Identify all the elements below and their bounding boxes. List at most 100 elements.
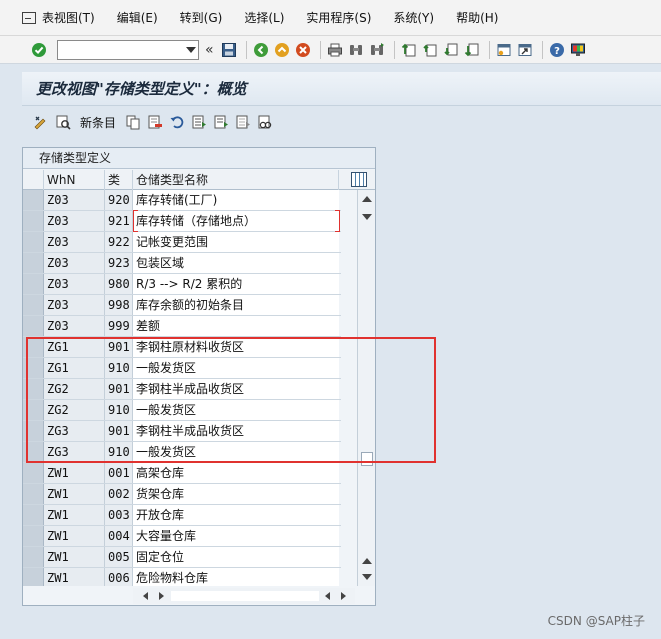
delete-icon[interactable] xyxy=(146,113,164,131)
column-header-type[interactable]: 类 xyxy=(105,170,133,190)
cell-name[interactable]: 高架仓库 xyxy=(133,463,339,483)
row-selector[interactable] xyxy=(23,484,44,504)
prev-page-icon[interactable] xyxy=(421,41,439,59)
row-selector[interactable] xyxy=(23,232,44,252)
print-list-icon[interactable] xyxy=(256,113,274,131)
menu-help[interactable]: 帮助(H) xyxy=(456,9,498,26)
cell-whn: ZG3 xyxy=(44,442,105,462)
cell-name[interactable]: 固定仓位 xyxy=(133,547,339,567)
display-change-icon[interactable] xyxy=(32,113,50,131)
scroll-left-icon[interactable] xyxy=(325,592,330,600)
row-selector[interactable] xyxy=(23,358,44,378)
cell-name[interactable]: 一般发货区 xyxy=(133,358,339,378)
row-selector[interactable] xyxy=(23,505,44,525)
cancel-icon[interactable] xyxy=(294,41,312,59)
command-input[interactable] xyxy=(58,40,178,59)
check-icon[interactable] xyxy=(30,41,48,59)
scroll-right-icon[interactable] xyxy=(159,592,164,600)
first-page-icon[interactable] xyxy=(400,41,418,59)
last-page-icon[interactable] xyxy=(463,41,481,59)
scroll-left-icon[interactable] xyxy=(143,592,148,600)
row-selector[interactable] xyxy=(23,421,44,441)
scroll-down-icon[interactable] xyxy=(362,574,372,580)
copy-as-icon[interactable] xyxy=(124,113,142,131)
vertical-scrollbar[interactable] xyxy=(357,190,375,586)
new-entries-button[interactable]: 新条目 xyxy=(80,114,116,131)
cell-name[interactable]: 开放仓库 xyxy=(133,505,339,525)
row-selector[interactable] xyxy=(23,274,44,294)
row-selector[interactable] xyxy=(23,337,44,357)
row-selector[interactable] xyxy=(23,526,44,546)
chevron-down-icon[interactable] xyxy=(186,46,196,53)
cell-name[interactable]: 大容量仓库 xyxy=(133,526,339,546)
help-icon[interactable]: ? xyxy=(548,41,566,59)
select-all-icon[interactable] xyxy=(190,113,208,131)
cell-name[interactable]: 一般发货区 xyxy=(133,442,339,462)
row-selector[interactable] xyxy=(23,442,44,462)
row-selector[interactable] xyxy=(23,547,44,567)
scroll-up-icon[interactable] xyxy=(362,196,372,202)
table-body: Z03 920 库存转储(工厂) Z03 921 库存转储（存储地点） Z03 … xyxy=(23,190,341,586)
menu-selection[interactable]: 选择(L) xyxy=(244,9,284,26)
deselect-all-icon[interactable] xyxy=(234,113,252,131)
horizontal-scrollbar[interactable] xyxy=(133,588,355,604)
find-next-icon[interactable] xyxy=(368,41,386,59)
column-header-whn[interactable]: WhN xyxy=(44,170,105,190)
cell-name[interactable]: 库存余额的初始条目 xyxy=(133,295,339,315)
new-session-icon[interactable] xyxy=(495,41,513,59)
menu-bar: 表视图(T) 编辑(E) 转到(G) 选择(L) 实用程序(S) 系统(Y) 帮… xyxy=(0,0,661,36)
print-icon[interactable] xyxy=(326,41,344,59)
cell-name[interactable]: 库存转储(工厂) xyxy=(133,190,339,210)
menu-goto[interactable]: 转到(G) xyxy=(180,9,223,26)
menu-utilities[interactable]: 实用程序(S) xyxy=(306,9,371,26)
row-selector[interactable] xyxy=(23,463,44,483)
back-icon[interactable] xyxy=(252,41,270,59)
save-icon[interactable] xyxy=(220,41,238,59)
row-selector[interactable] xyxy=(23,568,44,586)
details-icon[interactable] xyxy=(54,113,72,131)
cell-name[interactable]: 危险物料仓库 xyxy=(133,568,339,586)
customize-icon[interactable] xyxy=(569,41,587,59)
scroll-right-icon[interactable] xyxy=(341,592,346,600)
row-selector[interactable] xyxy=(23,211,44,231)
row-selector[interactable] xyxy=(23,190,44,210)
scroll-down-icon[interactable] xyxy=(362,214,372,220)
cell-name[interactable]: 货架仓库 xyxy=(133,484,339,504)
cell-name[interactable]: 一般发货区 xyxy=(133,400,339,420)
next-page-icon[interactable] xyxy=(442,41,460,59)
row-selector[interactable] xyxy=(23,400,44,420)
cell-name[interactable]: 李钢柱半成品收货区 xyxy=(133,379,339,399)
menu-table-view[interactable]: 表视图(T) xyxy=(42,9,95,26)
column-header-name[interactable]: 仓储类型名称 xyxy=(133,170,339,190)
exit-icon[interactable] xyxy=(273,41,291,59)
command-field[interactable] xyxy=(57,39,199,60)
system-menu-icon[interactable] xyxy=(22,11,36,24)
row-selector[interactable] xyxy=(23,379,44,399)
shortcut-icon[interactable] xyxy=(516,41,534,59)
scrollbar-thumb[interactable] xyxy=(361,452,373,466)
find-icon[interactable] xyxy=(347,41,365,59)
cell-whn: Z03 xyxy=(44,274,105,294)
row-selector[interactable] xyxy=(23,295,44,315)
scroll-up-icon[interactable] xyxy=(362,558,372,564)
undo-icon[interactable] xyxy=(168,113,186,131)
cell-name[interactable]: 记帐变更范围 xyxy=(133,232,339,252)
cell-name[interactable]: 李钢柱半成品收货区 xyxy=(133,421,339,441)
cell-name[interactable]: R/3 --> R/2 累积的 xyxy=(133,274,339,294)
scrollbar-track[interactable] xyxy=(171,591,319,601)
menu-system[interactable]: 系统(Y) xyxy=(393,9,434,26)
cell-name[interactable]: 李钢柱原材料收货区 xyxy=(133,337,339,357)
table-row: ZW1 001 高架仓库 xyxy=(23,463,341,484)
table-settings-icon[interactable] xyxy=(351,172,367,187)
cell-name[interactable]: 库存转储（存储地点） xyxy=(133,211,339,231)
row-selector[interactable] xyxy=(23,253,44,273)
cell-type: 921 xyxy=(105,211,133,231)
select-block-icon[interactable] xyxy=(212,113,230,131)
collapse-command-icon[interactable]: « xyxy=(205,42,214,58)
row-selector[interactable] xyxy=(23,316,44,336)
cell-name[interactable]: 包装区域 xyxy=(133,253,339,273)
cell-name[interactable]: 差额 xyxy=(133,316,339,336)
table-row: ZG3 910 一般发货区 xyxy=(23,442,341,463)
menu-edit[interactable]: 编辑(E) xyxy=(117,9,158,26)
select-all-column-header[interactable] xyxy=(23,170,44,190)
